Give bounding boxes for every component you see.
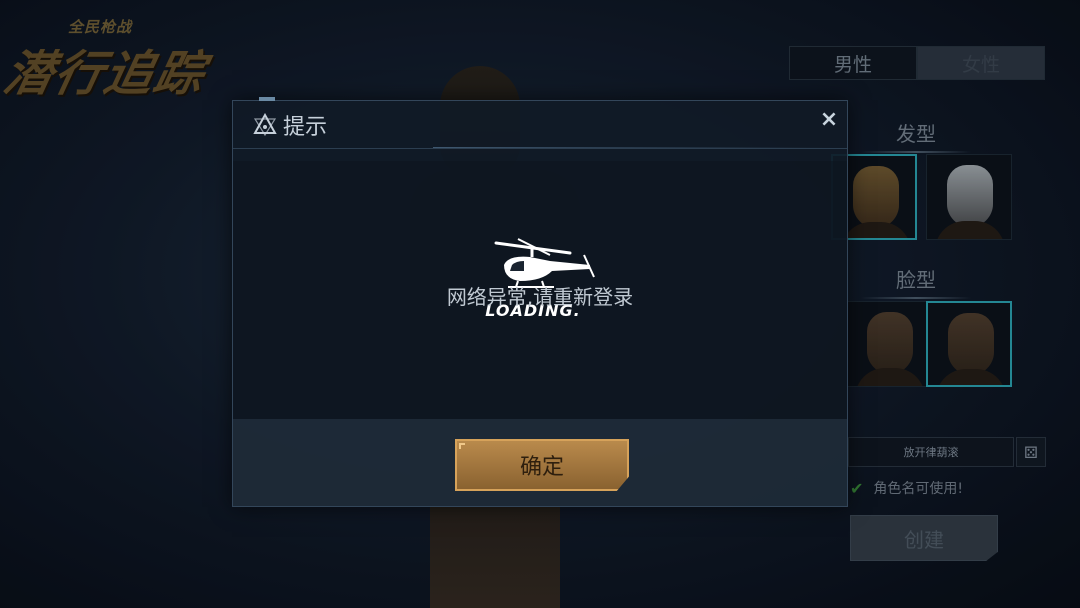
confirm-label: 确定	[519, 455, 564, 480]
confirm-button[interactable]: 确定	[455, 439, 629, 491]
dialog-title: 提示	[283, 114, 328, 140]
header-divider	[433, 147, 833, 148]
alert-dialog: 提示 × LOADING. 网络异常,请重新登录 确定	[232, 97, 848, 507]
close-icon: ×	[819, 106, 839, 132]
dialog-message: 网络异常,请重新登录	[446, 285, 634, 309]
loading-indicator: LOADING.	[458, 231, 608, 325]
alert-triangle-icon	[253, 112, 277, 136]
dialog-header: 提示	[233, 101, 847, 149]
close-button[interactable]: ×	[815, 105, 843, 133]
button-corner-accent	[459, 443, 465, 449]
